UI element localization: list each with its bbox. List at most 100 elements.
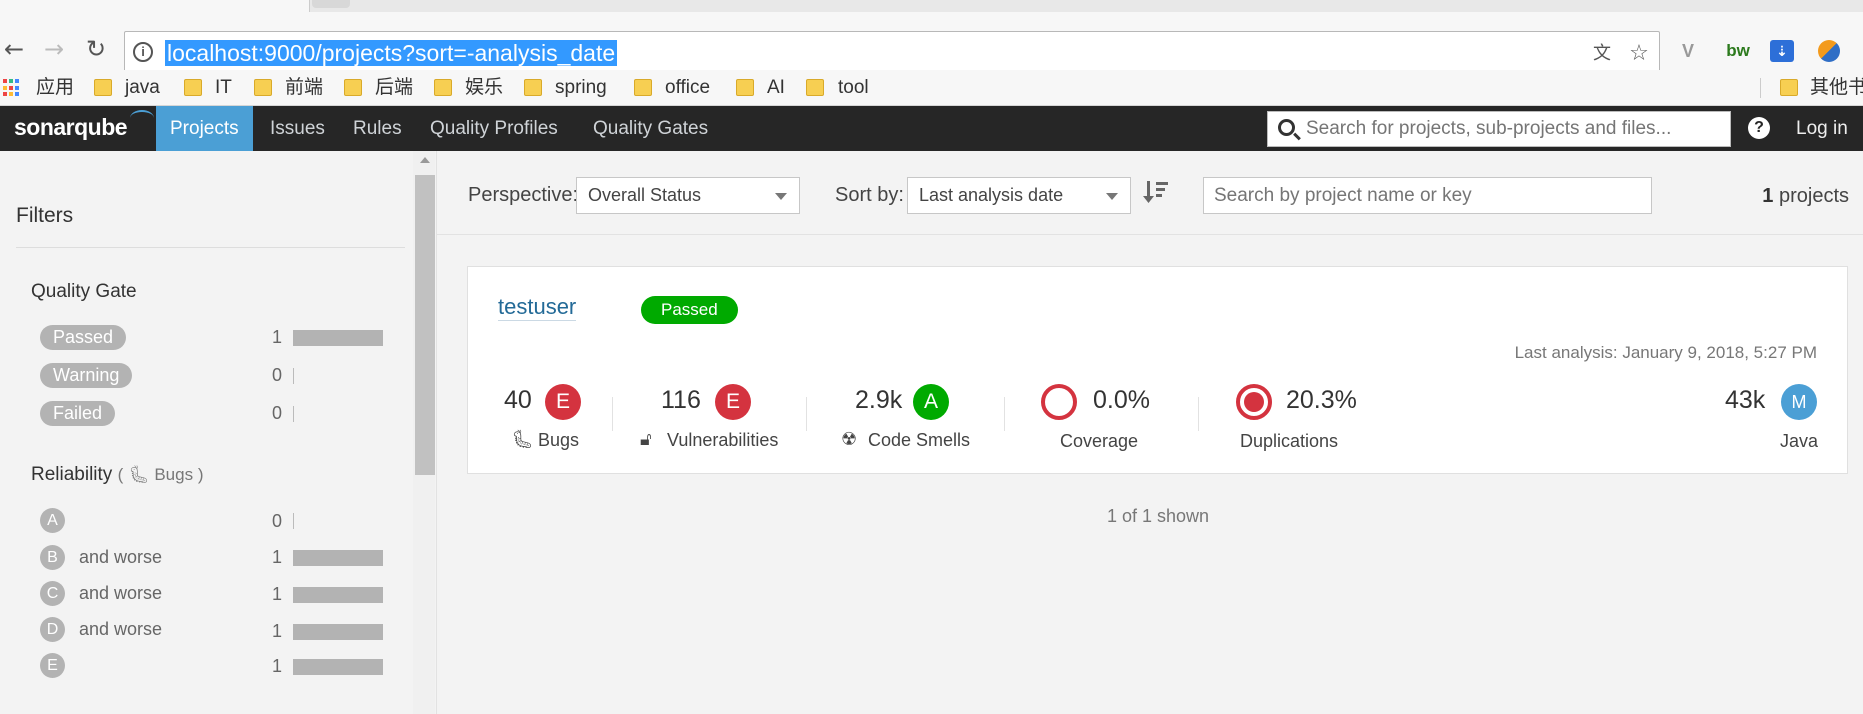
back-icon[interactable]: ←: [2, 37, 26, 61]
folder-icon: [634, 79, 652, 96]
project-card: testuser Passed Last analysis: January 9…: [467, 266, 1848, 474]
bookmark-folder-it[interactable]: IT: [215, 70, 232, 106]
code-smells-value[interactable]: 2.9k: [855, 386, 902, 415]
bugs-value[interactable]: 40: [504, 386, 532, 415]
vulnerabilities-rating[interactable]: E: [715, 384, 751, 420]
forward-icon[interactable]: →: [42, 37, 66, 61]
bug-icon: 🐛︎: [128, 465, 150, 485]
rating-suffix: and worse: [79, 583, 163, 603]
project-search-input[interactable]: [1203, 177, 1652, 214]
sort-select[interactable]: Last analysis date: [907, 177, 1131, 214]
filter-warning[interactable]: Warning: [40, 363, 133, 388]
filters-title: Filters: [16, 204, 74, 227]
bookmark-folder-entertainment[interactable]: 娱乐: [465, 70, 503, 106]
paren-open: (: [117, 465, 124, 484]
nav-projects[interactable]: Projects: [156, 106, 253, 151]
reliability-heading: Reliability ( 🐛︎ Bugs ): [31, 464, 203, 486]
nav-rules[interactable]: Rules: [339, 106, 416, 151]
folder-icon: [344, 79, 362, 96]
bookmark-other[interactable]: 其他书: [1810, 70, 1863, 106]
duplications-donut-icon: [1236, 384, 1272, 420]
bookmark-folder-java[interactable]: java: [125, 70, 160, 106]
projects-count: 1 projects: [1762, 185, 1849, 208]
filter-bar: [293, 624, 383, 640]
address-bar[interactable]: i localhost:9000/projects?sort=-analysis…: [124, 31, 1660, 73]
filter-bar: [293, 587, 383, 603]
sort-direction-icon[interactable]: [1143, 179, 1169, 205]
quality-gate-badge: Passed: [641, 296, 738, 324]
info-icon[interactable]: i: [133, 42, 153, 62]
global-search-box[interactable]: [1267, 111, 1731, 147]
quality-gate-heading: Quality Gate: [31, 281, 137, 302]
filter-count: 1: [271, 621, 282, 641]
rating-suffix: and worse: [79, 547, 163, 567]
project-name-link[interactable]: testuser: [498, 294, 577, 321]
maintainability-rating[interactable]: A: [913, 384, 949, 420]
nav-issues[interactable]: Issues: [256, 106, 339, 151]
folder-icon: [254, 79, 272, 96]
filter-count: 0: [271, 365, 282, 385]
global-search-input[interactable]: [1306, 116, 1716, 142]
apps-icon[interactable]: [3, 79, 21, 97]
login-link[interactable]: Log in: [1796, 106, 1848, 151]
lines-of-code-value[interactable]: 43k: [1725, 386, 1765, 415]
metric-divider: [1198, 397, 1199, 431]
star-icon[interactable]: ☆: [1627, 41, 1651, 65]
bugs-rating[interactable]: E: [545, 384, 581, 420]
sidebar-scrollbar[interactable]: [413, 151, 435, 714]
filter-rating-c[interactable]: C: [40, 581, 65, 606]
filter-bar: [293, 550, 383, 566]
filter-passed[interactable]: Passed: [40, 325, 127, 350]
filter-count: 1: [271, 547, 282, 567]
filter-rating-e[interactable]: E: [40, 653, 65, 678]
bug-icon: 🐛︎: [511, 429, 534, 450]
perspective-select[interactable]: Overall Status: [576, 177, 800, 214]
bookmark-folder-spring[interactable]: spring: [555, 70, 607, 106]
bookmark-folder-backend[interactable]: 后端: [375, 70, 413, 106]
vulnerabilities-value[interactable]: 116: [661, 386, 701, 415]
nav-quality-profiles[interactable]: Quality Profiles: [416, 106, 572, 151]
sonarqube-logo[interactable]: sonarqube: [14, 110, 154, 141]
help-icon[interactable]: ?: [1748, 117, 1770, 139]
logo-text: sonarqube: [14, 114, 128, 140]
filter-rating-d[interactable]: D: [40, 617, 65, 642]
vivaldi-icon[interactable]: V: [1675, 39, 1701, 63]
language-label: Java: [1780, 431, 1819, 451]
bookmark-folder-office[interactable]: office: [665, 70, 710, 106]
coverage-donut-icon: [1041, 384, 1077, 420]
bookmark-folder-frontend[interactable]: 前端: [285, 70, 323, 106]
filter-bar: [293, 406, 383, 422]
sort-label: Sort by:: [835, 184, 904, 206]
bw-icon[interactable]: bw: [1720, 39, 1756, 63]
filter-failed[interactable]: Failed: [40, 401, 116, 426]
paren-close: ): [197, 465, 204, 484]
sonarqube-navbar: sonarqube Projects Issues Rules Quality …: [0, 106, 1863, 151]
reload-icon[interactable]: ↻: [84, 37, 108, 61]
radiation-icon: ☢: [841, 429, 858, 450]
url-text[interactable]: localhost:9000/projects?sort=-analysis_d…: [165, 40, 618, 66]
metric-divider: [806, 397, 807, 431]
coverage-value[interactable]: 0.0%: [1093, 386, 1150, 415]
filter-rating-b[interactable]: B: [40, 545, 65, 570]
translate-icon[interactable]: 文: [1590, 41, 1614, 65]
pocket-icon[interactable]: ⇣: [1770, 40, 1794, 62]
new-tab-button[interactable]: [312, 0, 350, 8]
bugs-label: Bugs: [538, 430, 580, 450]
active-tab[interactable]: [0, 0, 310, 12]
filter-rating-a[interactable]: A: [40, 508, 65, 533]
nav-quality-gates[interactable]: Quality Gates: [579, 106, 722, 151]
duplications-value[interactable]: 20.3%: [1286, 386, 1357, 415]
bookmark-folder-tool[interactable]: tool: [838, 70, 869, 106]
filter-count: 0: [271, 403, 282, 423]
filter-count: 1: [271, 584, 282, 604]
unlock-icon: 🔓︎: [640, 429, 652, 450]
bookmark-apps[interactable]: 应用: [36, 70, 74, 106]
bookmark-folder-ai[interactable]: AI: [767, 70, 785, 106]
scroll-up-icon[interactable]: [420, 157, 430, 163]
metric-divider: [1004, 397, 1005, 431]
scrollbar-thumb[interactable]: [415, 175, 435, 475]
sync-icon[interactable]: [1818, 40, 1840, 62]
browser-toolbar: ← → ↻ i localhost:9000/projects?sort=-an…: [0, 12, 1863, 73]
folder-icon: [736, 79, 754, 96]
bookmarks-bar: 应用 java IT 前端 后端 娱乐 spring office AI too…: [0, 70, 1863, 106]
